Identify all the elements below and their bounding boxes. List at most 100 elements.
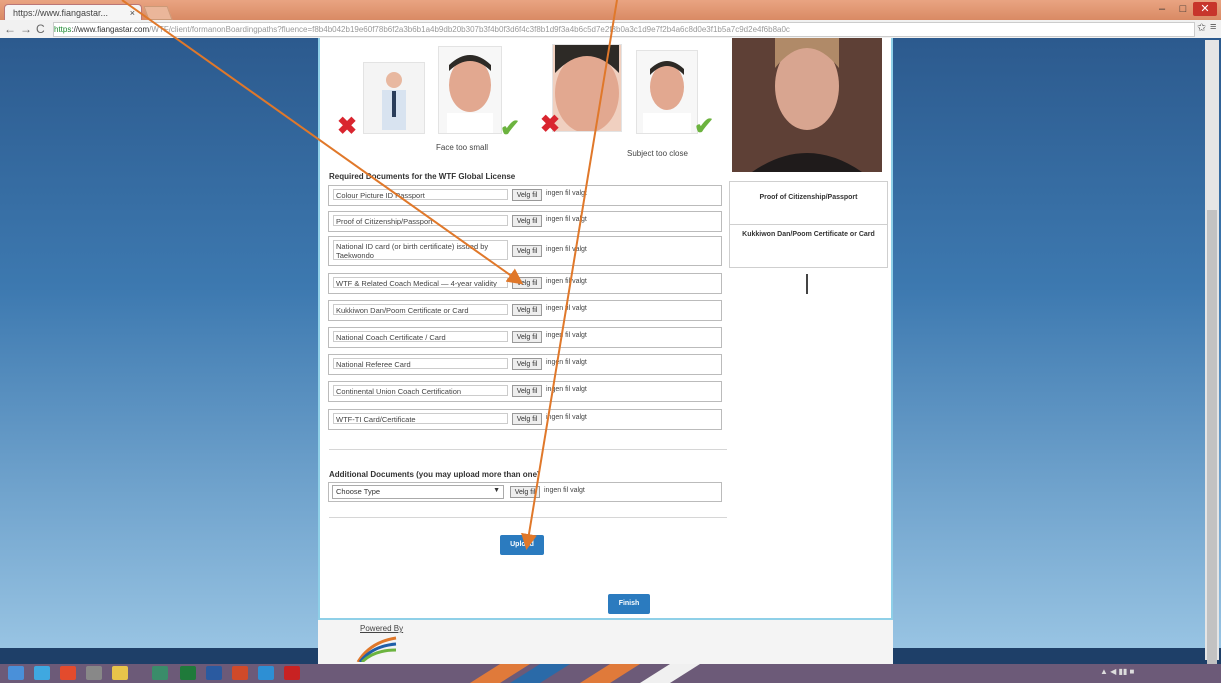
no-file-text: ingen fil valgt xyxy=(546,414,587,421)
new-tab-button[interactable] xyxy=(143,6,173,20)
no-file-text: ingen fil valgt xyxy=(546,305,587,312)
choose-file-button[interactable]: Velg fil xyxy=(510,486,540,498)
ie-icon[interactable] xyxy=(34,666,50,680)
no-file-text: ingen fil valgt xyxy=(546,278,587,285)
doc-row: National ID card (or birth certificate) … xyxy=(328,236,722,266)
doc-name: National Coach Certificate / Card xyxy=(333,331,508,342)
portrait-photo-icon xyxy=(732,38,882,172)
word-icon[interactable] xyxy=(206,666,222,680)
choose-file-button[interactable]: Velg fil xyxy=(512,385,542,397)
page-footer xyxy=(318,618,893,664)
no-file-text: ingen fil valgt xyxy=(546,216,587,223)
media-icon[interactable] xyxy=(86,666,102,680)
scrollbar-thumb[interactable] xyxy=(1207,210,1217,680)
doc-row: Colour Picture ID Passport Velg fil inge… xyxy=(328,185,722,206)
label-passport: Proof of Citizenship/Passport xyxy=(759,194,858,201)
maximize-button[interactable]: □ xyxy=(1174,2,1192,16)
no-file-text: ingen fil valgt xyxy=(546,359,587,366)
tab-close-icon[interactable]: × xyxy=(130,5,135,20)
choose-file-button[interactable]: Velg fil xyxy=(512,277,542,289)
finish-button[interactable]: Finish xyxy=(608,594,650,614)
sample-photo-too-small xyxy=(363,62,425,134)
back-icon[interactable]: ← xyxy=(4,22,16,36)
text-cursor xyxy=(806,274,808,294)
doc-name: Colour Picture ID Passport xyxy=(333,189,508,200)
choose-file-button[interactable]: Velg fil xyxy=(512,245,542,257)
uploaded-docs-box: Proof of Citizenship/Passport Kukkiwon D… xyxy=(729,181,888,268)
url-input[interactable]: https://www.fiangastar.com/WTF/client/fo… xyxy=(53,22,1195,37)
browser-menu-icon[interactable]: ≡ xyxy=(1210,21,1216,33)
tab-title: https://www.fiangastar... xyxy=(13,8,109,18)
choose-file-button[interactable]: Velg fil xyxy=(512,304,542,316)
forward-icon[interactable]: → xyxy=(20,22,32,36)
face-photo-icon xyxy=(553,45,621,133)
page-scrollbar[interactable] xyxy=(1205,40,1219,680)
chevron-down-icon: ▼ xyxy=(493,487,500,494)
app-icon[interactable] xyxy=(152,666,168,680)
face-photo-icon xyxy=(439,47,501,133)
page-footer-band-left xyxy=(0,648,318,664)
no-file-text: ingen fil valgt xyxy=(546,386,587,393)
choose-file-button[interactable]: Velg fil xyxy=(512,413,542,425)
chrome-icon[interactable] xyxy=(60,666,76,680)
divider xyxy=(329,449,727,450)
doc-row: WTF-TI Card/Certificate Velg fil ingen f… xyxy=(328,409,722,430)
document-type-select[interactable]: Choose Type ▼ xyxy=(332,485,504,499)
url-path: /WTF/client/formanonBoardingpaths?fluenc… xyxy=(149,25,790,34)
url-host: ://www.fiangastar.com xyxy=(71,25,150,34)
sample-photo-too-close xyxy=(552,44,622,133)
doc-name: Proof of Citizenship/Passport xyxy=(333,215,508,226)
choose-file-button[interactable]: Velg fil xyxy=(512,358,542,370)
doc-name: WTF & Related Coach Medical — 4-year val… xyxy=(333,277,508,288)
doc-name: WTF-TI Card/Certificate xyxy=(333,413,508,424)
sample-photo-ok-2 xyxy=(636,50,698,134)
select-value: Choose Type xyxy=(336,487,381,496)
browser-titlebar xyxy=(0,0,1221,20)
doc-name: National ID card (or birth certificate) … xyxy=(333,240,508,260)
doc-row: National Referee Card Velg fil ingen fil… xyxy=(328,354,722,375)
powered-by-label: Powered By xyxy=(360,624,404,633)
start-button[interactable] xyxy=(8,666,24,680)
pdf-icon[interactable] xyxy=(284,666,300,680)
no-file-text: ingen fil valgt xyxy=(546,246,587,253)
doc-row: Kukkiwon Dan/Poom Certificate or Card Ve… xyxy=(328,300,722,321)
partner-logo xyxy=(356,636,398,664)
sample-photo-ok-1 xyxy=(438,46,502,134)
required-documents-heading: Required Documents for the WTF Global Li… xyxy=(329,172,516,181)
uploaded-id-photo xyxy=(732,38,882,172)
outlook-icon[interactable] xyxy=(258,666,274,680)
logo-swoosh-icon xyxy=(356,636,397,664)
choose-file-button[interactable]: Velg fil xyxy=(512,189,542,201)
reject-x-icon: ✖ xyxy=(337,113,358,140)
system-tray: ▲ ◀ ▮▮ ■ xyxy=(1100,667,1135,676)
upload-button[interactable]: Upload xyxy=(500,535,544,555)
choose-file-button[interactable]: Velg fil xyxy=(512,331,542,343)
doc-row: Proof of Citizenship/Passport Velg fil i… xyxy=(328,211,722,232)
caption-face-too-small: Face too small xyxy=(436,143,489,152)
bookmark-star-icon[interactable]: ✩ xyxy=(1197,21,1206,34)
powerpoint-icon[interactable] xyxy=(232,666,248,680)
minimize-button[interactable]: – xyxy=(1152,2,1172,16)
page-footer-band-right xyxy=(893,648,1221,664)
close-window-button[interactable]: ✕ xyxy=(1193,2,1217,16)
doc-row: Continental Union Coach Certification Ve… xyxy=(328,381,722,402)
choose-file-button[interactable]: Velg fil xyxy=(512,215,542,227)
folder-icon[interactable] xyxy=(112,666,128,680)
label-dan-certificate: Kukkiwon Dan/Poom Certificate or Card xyxy=(742,231,875,238)
additional-documents-heading: Additional Documents (you may upload mor… xyxy=(329,470,540,479)
divider xyxy=(730,224,887,225)
address-bar-row: ← → C https://www.fiangastar.com/WTF/cli… xyxy=(0,20,1221,39)
caption-subject-too-close: Subject too close xyxy=(627,149,688,158)
page-background-left xyxy=(0,38,318,664)
no-file-text: ingen fil valgt xyxy=(544,487,585,494)
no-file-text: ingen fil valgt xyxy=(546,190,587,197)
url-scheme: https xyxy=(54,25,72,34)
doc-name: Continental Union Coach Certification xyxy=(333,385,508,396)
divider xyxy=(329,517,727,518)
doc-name: Kukkiwon Dan/Poom Certificate or Card xyxy=(333,304,508,315)
reload-icon[interactable]: C xyxy=(36,22,45,36)
doc-row: WTF & Related Coach Medical — 4-year val… xyxy=(328,273,722,294)
browser-tab[interactable]: https://www.fiangastar... × xyxy=(4,4,142,20)
excel-icon[interactable] xyxy=(180,666,196,680)
page-background-right xyxy=(893,38,1221,664)
